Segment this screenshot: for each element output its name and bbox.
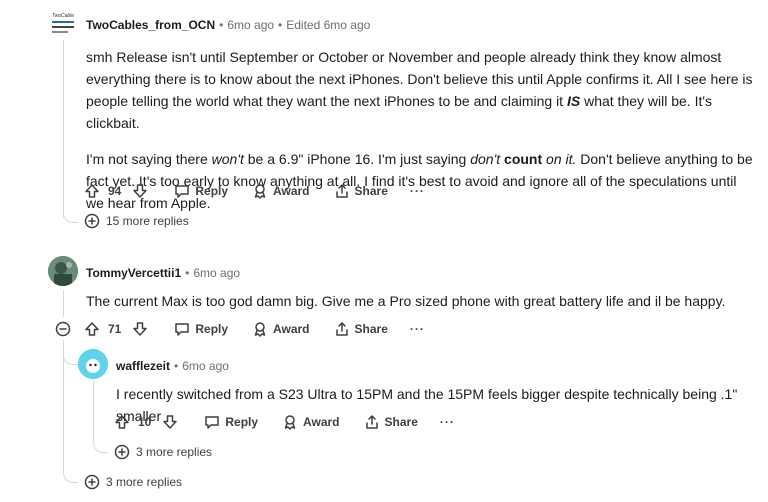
thread-connector: [63, 208, 78, 223]
overflow-menu-icon[interactable]: ···: [410, 322, 425, 336]
separator-dot: •: [174, 359, 179, 373]
collapse-button[interactable]: [55, 321, 71, 342]
reply-label: Reply: [195, 322, 229, 336]
comment-header: TwoCables_from_OCN • 6mo ago • Edited 6mo ag…: [86, 16, 370, 34]
comment-actions: 71 Reply Award Share ···: [84, 318, 425, 340]
avatar-logo-icon: TwoCable: [52, 13, 74, 33]
reply-icon: [174, 183, 190, 199]
share-label: Share: [354, 322, 388, 336]
expand-icon: [84, 213, 100, 229]
thread-connector: [63, 468, 78, 483]
reply-icon: [174, 321, 190, 337]
vote-group: 94: [84, 183, 148, 199]
thread-connector: [63, 350, 78, 365]
avatar-photo-icon: [48, 256, 78, 286]
upvote-icon[interactable]: [84, 183, 100, 199]
upvote-icon[interactable]: [114, 414, 130, 430]
more-replies-button[interactable]: 3 more replies: [84, 474, 182, 490]
expand-icon: [84, 474, 100, 490]
reply-icon: [204, 414, 220, 430]
reply-button[interactable]: Reply: [174, 183, 228, 199]
author-name[interactable]: wafflezeit: [116, 359, 170, 373]
vote-count: 71: [108, 322, 122, 336]
downvote-icon[interactable]: [132, 183, 148, 199]
avatar[interactable]: [78, 349, 108, 379]
expand-icon: [114, 444, 130, 460]
award-button[interactable]: Award: [252, 321, 310, 337]
vote-group: 10: [114, 414, 178, 430]
reply-button[interactable]: Reply: [204, 414, 258, 430]
comment-paragraph: smh Release isn't until September or Oct…: [86, 49, 753, 131]
downvote-icon[interactable]: [162, 414, 178, 430]
more-replies-label: 3 more replies: [106, 475, 183, 489]
comment-header: TommyVercettii1 • 6mo ago: [86, 264, 240, 282]
vote-count: 94: [108, 184, 122, 198]
upvote-icon[interactable]: [84, 321, 100, 337]
reply-label: Reply: [195, 184, 229, 198]
share-icon: [334, 183, 350, 199]
more-replies-button[interactable]: 15 more replies: [84, 213, 189, 229]
share-icon: [334, 321, 350, 337]
more-replies-button[interactable]: 3 more replies: [114, 444, 212, 460]
award-button[interactable]: Award: [282, 414, 340, 430]
avatar[interactable]: TwoCable: [48, 8, 78, 38]
share-button[interactable]: Share: [334, 321, 388, 337]
award-icon: [282, 414, 298, 430]
separator-dot: •: [278, 18, 283, 32]
comment-actions: 10 Reply Award Share ···: [114, 411, 455, 433]
thread-line-3: [93, 380, 94, 440]
author-name[interactable]: TwoCables_from_OCN: [86, 18, 215, 32]
timestamp[interactable]: 6mo ago: [182, 359, 229, 373]
overflow-menu-icon[interactable]: ···: [440, 415, 455, 429]
more-replies-label: 15 more replies: [106, 214, 189, 228]
timestamp[interactable]: 6mo ago: [193, 266, 240, 280]
award-label: Award: [303, 415, 340, 429]
reply-button[interactable]: Reply: [174, 321, 228, 337]
edited-label: Edited 6mo ago: [286, 18, 371, 32]
avatar[interactable]: [48, 256, 78, 286]
vote-group: 71: [84, 321, 148, 337]
comment-header: wafflezeit • 6mo ago: [116, 357, 229, 375]
vote-count: 10: [138, 415, 152, 429]
avatar-snoo-icon: [78, 349, 108, 379]
share-label: Share: [354, 184, 388, 198]
thread-line-2: [63, 290, 64, 317]
share-label: Share: [384, 415, 418, 429]
downvote-icon[interactable]: [132, 321, 148, 337]
timestamp[interactable]: 6mo ago: [227, 18, 274, 32]
award-icon: [252, 321, 268, 337]
award-label: Award: [273, 184, 310, 198]
thread-connector: [93, 438, 108, 453]
share-button[interactable]: Share: [334, 183, 388, 199]
overflow-menu-icon[interactable]: ···: [410, 184, 425, 198]
separator-dot: •: [185, 266, 190, 280]
award-icon: [252, 183, 268, 199]
share-icon: [364, 414, 380, 430]
share-button[interactable]: Share: [364, 414, 418, 430]
reply-label: Reply: [225, 415, 259, 429]
more-replies-label: 3 more replies: [136, 445, 213, 459]
thread-line-1: [63, 40, 64, 218]
award-label: Award: [273, 322, 310, 336]
svg-text:TwoCable: TwoCable: [52, 13, 74, 19]
comment-actions: 94 Reply Award Share ···: [84, 180, 425, 202]
author-name[interactable]: TommyVercettii1: [86, 266, 181, 280]
separator-dot: •: [219, 18, 224, 32]
award-button[interactable]: Award: [252, 183, 310, 199]
comment-body: The current Max is too god damn big. Giv…: [86, 293, 726, 309]
collapse-icon: [55, 321, 71, 337]
